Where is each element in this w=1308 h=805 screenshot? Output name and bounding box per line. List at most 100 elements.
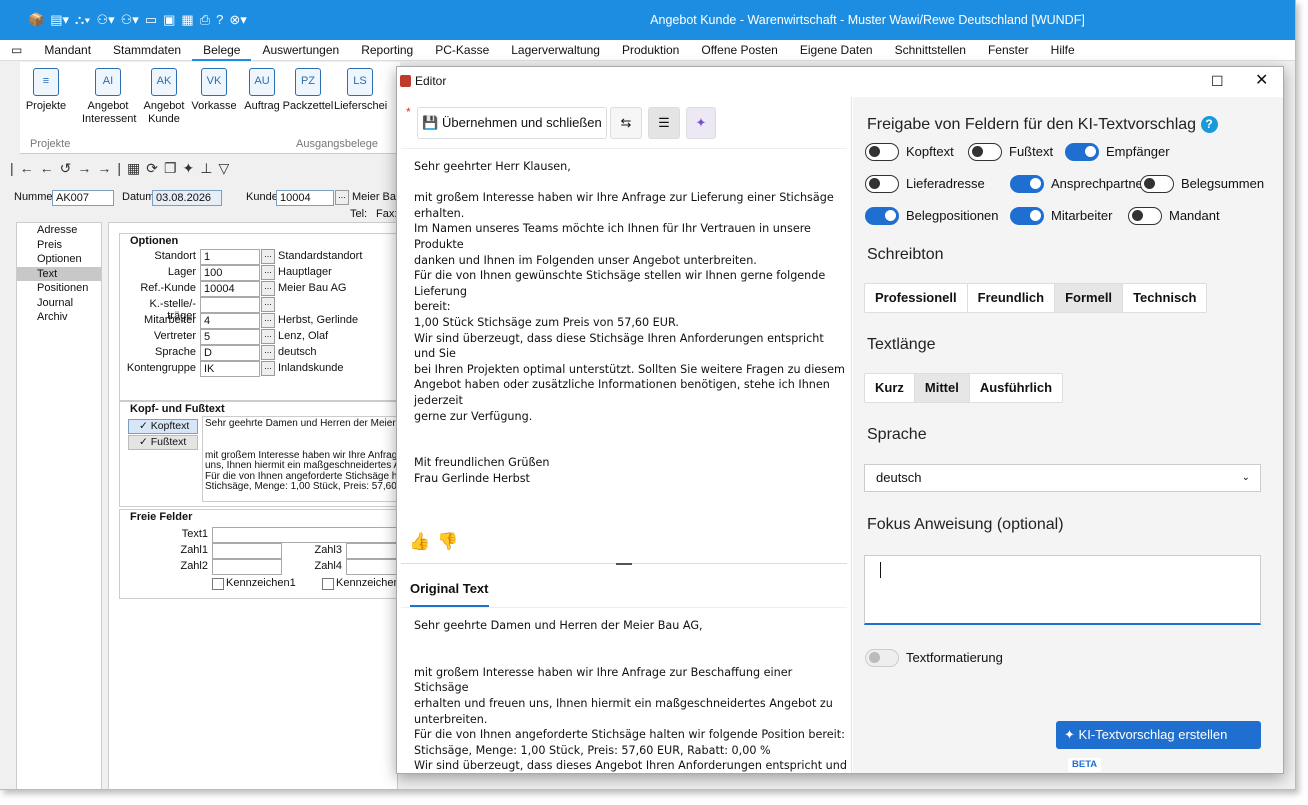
ribbon-button-angebot-interessent[interactable]: AI Angebot Interessent — [82, 68, 136, 126]
tone-option-technisch[interactable]: Technisch — [1123, 284, 1206, 312]
toggle-lieferadresse[interactable] — [865, 175, 899, 193]
menu-auswertungen[interactable]: Auswertungen — [251, 40, 350, 61]
toggle-kopftext[interactable] — [865, 143, 899, 161]
tab-original-text[interactable]: Original Text — [410, 581, 489, 607]
ribbon-button-packzettel[interactable]: PZ Packzettel — [282, 68, 334, 113]
tab-kopftext[interactable]: ✓ Kopftext — [128, 419, 198, 434]
close-icon[interactable]: ✕ — [1255, 67, 1268, 95]
option-lookup-button[interactable]: ... — [261, 313, 275, 328]
menu-stammdaten[interactable]: Stammdaten — [102, 40, 192, 61]
table-icon[interactable]: ▦ — [127, 160, 146, 176]
ribbon-button-auftrag[interactable]: AU Auftrag — [236, 68, 288, 113]
tone-option-professionell[interactable]: Professionell — [865, 284, 968, 312]
focus-textarea[interactable] — [864, 555, 1261, 625]
menu-mandant[interactable]: Mandant — [33, 40, 102, 61]
option-input[interactable]: 100 — [200, 265, 260, 281]
menu-schnittstellen[interactable]: Schnittstellen — [884, 40, 977, 61]
length-option-kurz[interactable]: Kurz — [865, 374, 915, 402]
filter-icon[interactable]: ▽ — [218, 160, 235, 176]
nav-item-adresse[interactable]: Adresse — [17, 223, 101, 238]
nav-item-preis[interactable]: Preis — [17, 238, 101, 253]
toggle-belegsummen[interactable] — [1140, 175, 1174, 193]
nav-item-positionen[interactable]: Positionen — [17, 281, 101, 296]
menu-eigenedaten[interactable]: Eigene Daten — [789, 40, 884, 61]
menu-produktion[interactable]: Produktion — [611, 40, 690, 61]
length-option-mittel[interactable]: Mittel — [914, 374, 970, 402]
help-icon[interactable]: ? — [1200, 116, 1218, 133]
datum-input[interactable]: 03.08.2026 — [152, 190, 222, 206]
refresh-icon[interactable]: ⟳ — [146, 160, 164, 176]
save-close-button[interactable]: 💾 Übernehmen und schließen — [417, 107, 607, 139]
nav-item-journal[interactable]: Journal — [17, 296, 101, 311]
option-input[interactable] — [200, 297, 260, 313]
option-input[interactable]: D — [200, 345, 260, 361]
kennzeichen1-checkbox[interactable] — [212, 578, 224, 590]
prev-record-icon[interactable]: ← — [40, 160, 60, 176]
maximize-icon[interactable]: ☐ — [1211, 67, 1224, 95]
menu-pckasse[interactable]: PC-Kasse — [424, 40, 500, 61]
thumbs-down-icon[interactable]: 👎 — [437, 532, 458, 552]
option-lookup-button[interactable]: ... — [261, 281, 275, 296]
split-view-button[interactable]: ☰ — [648, 107, 680, 139]
compare-button[interactable]: ⇆ — [610, 107, 642, 139]
ribbon-button-projekte[interactable]: ≡ Projekte — [20, 68, 72, 113]
history-icon[interactable]: ↺ — [60, 160, 78, 176]
menu-fenster[interactable]: Fenster — [977, 40, 1040, 61]
nav-item-optionen[interactable]: Optionen — [17, 252, 101, 267]
kunde-input[interactable]: 10004 — [276, 190, 334, 206]
option-lookup-button[interactable]: ... — [261, 265, 275, 280]
kennzeichen2-checkbox[interactable] — [322, 578, 334, 590]
next-record-icon[interactable]: → — [77, 160, 97, 176]
menu-belege[interactable]: Belege — [192, 40, 252, 61]
zahl2-input[interactable] — [212, 559, 282, 575]
generated-text-area[interactable]: Sehr geehrter Herr Klausen, mit großem I… — [401, 148, 847, 525]
menu-offeneposten[interactable]: Offene Posten — [690, 40, 789, 61]
kopftext-preview[interactable]: Sehr geehrte Damen und Herren der Meier … — [202, 416, 400, 502]
toggle-belegpositionen[interactable] — [865, 207, 899, 225]
menu-lagerverwaltung[interactable]: Lagerverwaltung — [500, 40, 611, 61]
ribbon-button-angebot-kunde[interactable]: AK Angebot Kunde — [138, 68, 190, 126]
nav-item-archiv[interactable]: Archiv — [17, 310, 101, 325]
option-lookup-button[interactable]: ... — [261, 297, 275, 312]
copy-icon[interactable]: ❐ — [164, 160, 183, 176]
zahl3-input[interactable] — [346, 543, 398, 559]
length-option-ausfhrlich[interactable]: Ausführlich — [970, 374, 1062, 402]
pin-icon[interactable]: ⊥ — [200, 160, 218, 176]
kunde-lookup-button[interactable]: ... — [335, 190, 349, 205]
nav-item-text[interactable]: Text — [17, 266, 101, 281]
option-input[interactable]: IK — [200, 361, 260, 377]
option-input[interactable]: 5 — [200, 329, 260, 345]
textformat-toggle[interactable] — [865, 649, 899, 667]
toggle-mandant[interactable] — [1128, 207, 1162, 225]
ribbon-menu-icon[interactable]: ▭ — [0, 40, 33, 61]
tab-fusstext[interactable]: ✓ Fußtext — [128, 435, 198, 450]
toggle-fusstext[interactable] — [968, 143, 1002, 161]
ai-sparkle-icon[interactable]: ✦ — [183, 160, 201, 176]
text1-input[interactable] — [212, 527, 398, 543]
nummer-input[interactable]: AK007 — [52, 190, 114, 206]
ai-sparkle-button[interactable]: ✦ — [686, 107, 716, 139]
option-lookup-button[interactable]: ... — [261, 329, 275, 344]
menu-reporting[interactable]: Reporting — [350, 40, 424, 61]
tone-option-formell[interactable]: Formell — [1055, 284, 1124, 312]
toggle-mitarbeiter[interactable] — [1010, 207, 1044, 225]
last-record-icon[interactable]: →| — [97, 160, 127, 176]
thumbs-up-icon[interactable]: 👍 — [409, 532, 430, 552]
ribbon-button-lieferschein[interactable]: LS Lieferschei — [334, 68, 387, 113]
splitter[interactable] — [401, 563, 847, 567]
option-lookup-button[interactable]: ... — [261, 361, 275, 376]
generate-button[interactable]: ✦ KI-Textvorschlag erstellen BETA — [1056, 721, 1261, 772]
option-lookup-button[interactable]: ... — [261, 345, 275, 360]
option-input[interactable]: 1 — [200, 249, 260, 265]
ribbon-button-vorkasse[interactable]: VK Vorkasse — [188, 68, 240, 113]
tone-option-freundlich[interactable]: Freundlich — [968, 284, 1056, 312]
option-input[interactable]: 10004 — [200, 281, 260, 297]
toggle-empfaenger[interactable] — [1065, 143, 1099, 161]
language-select[interactable]: deutsch ⌄ — [864, 464, 1261, 492]
menu-hilfe[interactable]: Hilfe — [1040, 40, 1086, 61]
option-input[interactable]: 4 — [200, 313, 260, 329]
first-record-icon[interactable]: |← — [10, 160, 40, 176]
toggle-ansprechpartner[interactable] — [1010, 175, 1044, 193]
zahl4-input[interactable] — [346, 559, 398, 575]
option-lookup-button[interactable]: ... — [261, 249, 275, 264]
